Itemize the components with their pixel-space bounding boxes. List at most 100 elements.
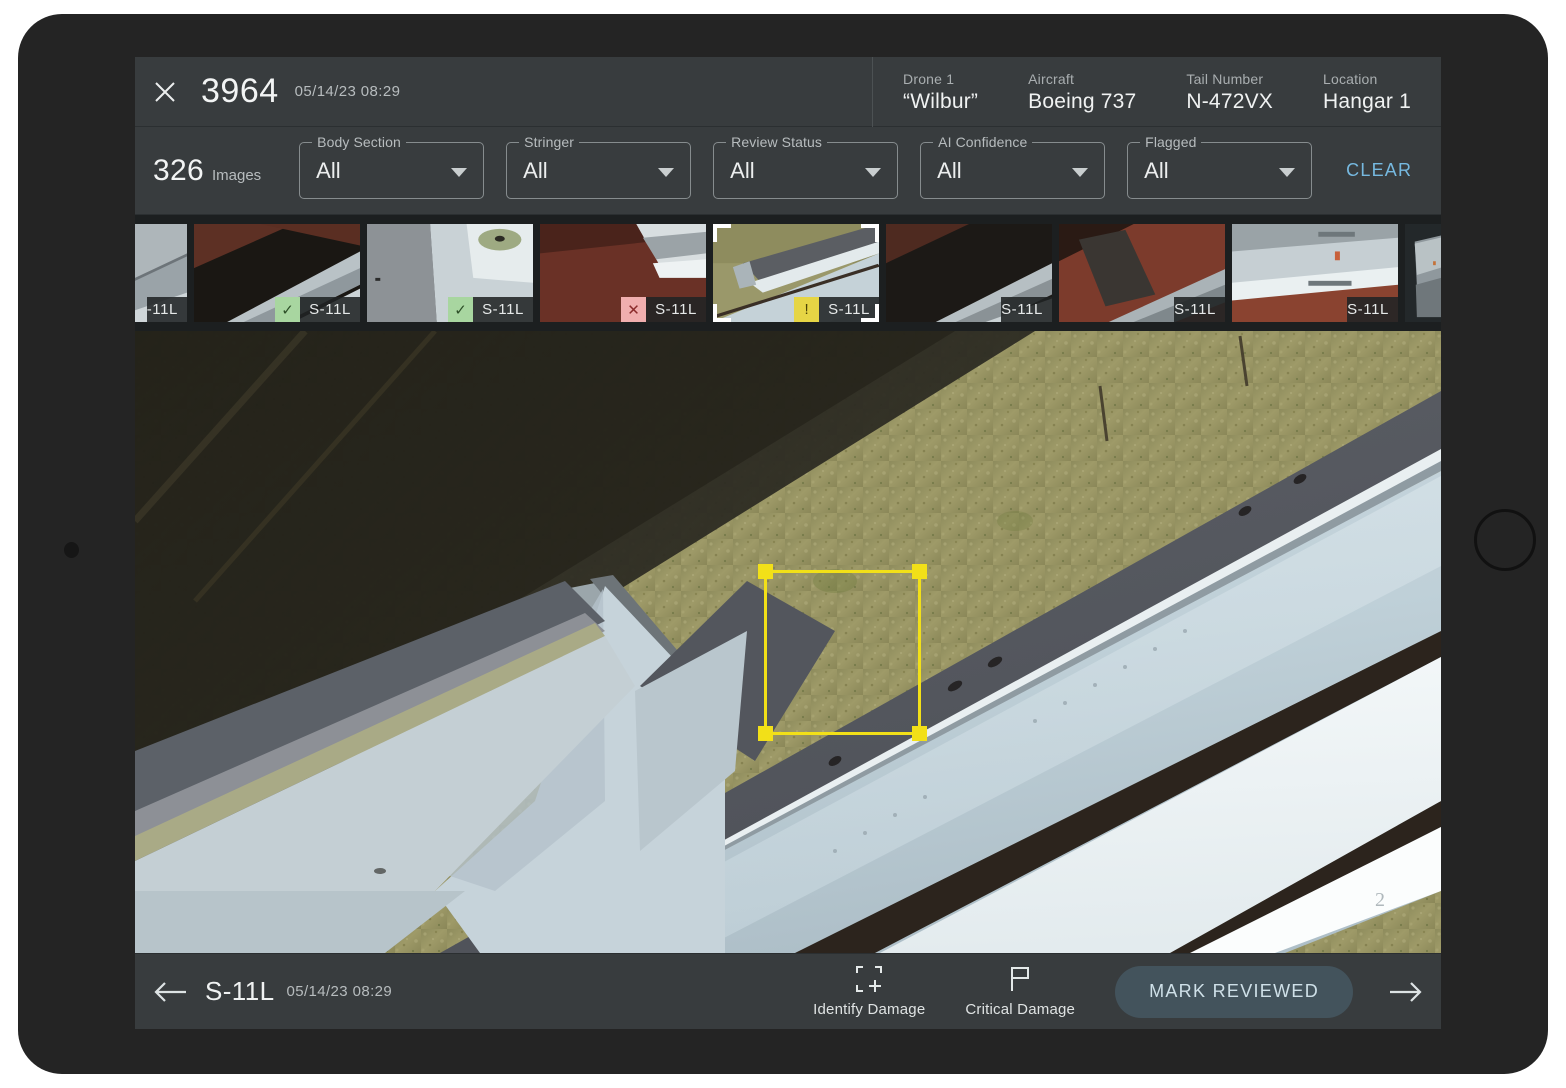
thumbnail-label-bar: ✓ S-11L — [448, 297, 533, 322]
thumbnail-image — [1405, 224, 1441, 322]
thumbnail-stringer-label: S-11L — [482, 301, 524, 318]
meta-drone-label: Drone 1 — [903, 70, 955, 87]
close-button[interactable] — [135, 57, 195, 127]
thumbnail-label-bar: S-11L — [1174, 297, 1225, 322]
chevron-down-icon[interactable] — [451, 167, 468, 177]
meta-drone: Drone 1 “Wilbur” — [903, 57, 978, 127]
thumbnail-item[interactable]: S-11L — [1232, 224, 1398, 322]
thumbnail-label-bar: -11L — [146, 297, 187, 322]
filter-select-review-status[interactable]: Review Status All — [713, 134, 899, 199]
reviewed-check-icon: ✓ — [275, 297, 301, 322]
filter-select-stringer[interactable]: Stringer All — [506, 134, 692, 199]
chevron-down-icon[interactable] — [658, 167, 675, 177]
thumbnail-label-bar: ✕ S-11L — [621, 297, 706, 322]
meta-location-label: Location — [1323, 70, 1378, 87]
crop-plus-icon — [856, 965, 883, 992]
identify-damage-button[interactable]: Identify Damage — [813, 965, 926, 1018]
image-count-word: Images — [211, 166, 262, 184]
thumbnail-item[interactable] — [1405, 224, 1441, 322]
meta-aircraft-value: Boeing 737 — [1028, 89, 1137, 113]
critical-damage-button[interactable]: Critical Damage — [965, 966, 1075, 1018]
meta-location-value: Hangar 1 — [1323, 89, 1411, 113]
mark-reviewed-label: MARK REVIEWED — [1149, 981, 1319, 1001]
filter-select-body-section[interactable]: Body Section All — [299, 134, 485, 199]
app-screen: 3964 05/14/23 08:29 Drone 1 “Wilbur” Air… — [135, 57, 1441, 1029]
identify-damage-icon-wrap — [856, 965, 883, 992]
filter-value: All — [730, 157, 755, 183]
meta-tail-number-value: N-472VX — [1186, 89, 1273, 113]
thumbnail-stringer-label: S-11L — [1174, 301, 1216, 318]
tablet-device: 3964 05/14/23 08:29 Drone 1 “Wilbur” Air… — [18, 14, 1548, 1074]
thumbnail-item[interactable]: S-11L — [886, 224, 1052, 322]
damage-bounding-box[interactable] — [758, 564, 927, 741]
bbox-handle-top-left[interactable] — [758, 564, 773, 579]
filter-legend: Body Section — [312, 134, 406, 150]
page-title: 3964 — [201, 72, 279, 110]
thumbnail-item[interactable]: S-11L — [1059, 224, 1225, 322]
previous-image-button[interactable] — [135, 954, 205, 1030]
thumbnail-label-bar: S-11L — [1001, 297, 1052, 322]
thumbnail-label-bar: ✓ S-11L — [275, 297, 360, 322]
thumbnail-stringer-label: S-11L — [1347, 301, 1389, 318]
header-metadata-group: Drone 1 “Wilbur” Aircraft Boeing 737 Tai… — [872, 57, 1441, 127]
next-image-button[interactable] — [1371, 954, 1441, 1030]
bbox-handle-top-right[interactable] — [912, 564, 927, 579]
chevron-down-icon[interactable] — [1279, 167, 1296, 177]
warning-icon: ! — [794, 297, 820, 322]
thumbnail-stringer-label: -11L — [146, 301, 178, 318]
header-timestamp: 05/14/23 08:29 — [294, 83, 401, 100]
critical-damage-label: Critical Damage — [965, 1000, 1076, 1018]
thumbnail-item[interactable]: -11L — [135, 224, 187, 322]
bbox-handle-bottom-right[interactable] — [912, 726, 927, 741]
current-stringer-label: S-11L — [205, 976, 275, 1006]
selection-corner-tl — [713, 224, 731, 242]
filter-value: All — [523, 157, 548, 183]
filter-select-ai-confidence[interactable]: AI Confidence All — [920, 134, 1106, 199]
filter-legend: AI Confidence — [933, 134, 1033, 150]
filter-value: All — [316, 157, 341, 183]
thumbnail-stringer-label: S-11L — [1001, 301, 1043, 318]
filter-legend: Stringer — [519, 134, 579, 150]
arrow-right-icon — [1390, 981, 1422, 1002]
thumbnail-stringer-label: S-11L — [309, 301, 351, 318]
thumbnail-item[interactable]: ✕ S-11L — [540, 224, 706, 322]
filter-bar: 326 Images Body Section All Stringer All Rev… — [135, 127, 1441, 215]
filter-legend: Review Status — [726, 134, 827, 150]
meta-location: Location Hangar 1 — [1323, 57, 1411, 127]
filter-legend: Flagged — [1140, 134, 1202, 150]
meta-tail-number-label: Tail Number — [1186, 70, 1264, 87]
selection-corner-br — [861, 304, 879, 322]
current-image-timestamp: 05/14/23 08:29 — [286, 983, 393, 1000]
image-viewer[interactable]: 2 — [135, 331, 1441, 953]
meta-aircraft: Aircraft Boeing 737 — [1028, 57, 1136, 127]
identify-damage-label: Identify Damage — [813, 1000, 926, 1018]
thumbnail-item[interactable]: ✓ S-11L — [194, 224, 360, 322]
chevron-down-icon[interactable] — [865, 167, 882, 177]
filter-value: All — [1144, 157, 1169, 183]
meta-drone-value: “Wilbur” — [903, 89, 979, 113]
thumbnail-strip[interactable]: -11L ✓ S-11L ✓ S-11L ✕ S-11L ! S-11L S-11L S-11L S-… — [135, 215, 1441, 331]
front-camera-icon — [64, 542, 79, 558]
thumbnail-label-bar: S-11L — [1347, 297, 1398, 322]
filter-value: All — [937, 157, 962, 183]
thumbnail-item[interactable]: ! S-11L — [713, 224, 879, 322]
bottom-toolbar: S-11L 05/14/23 08:29 Identify Damage Cri… — [135, 953, 1441, 1029]
rejected-x-icon: ✕ — [621, 297, 647, 322]
clear-filters-button[interactable]: CLEAR — [1346, 160, 1412, 181]
home-button[interactable] — [1474, 509, 1536, 571]
thumbnail-stringer-label: S-11L — [655, 301, 697, 318]
selection-corner-tr — [861, 224, 879, 242]
image-count-number: 326 — [153, 153, 204, 187]
filter-fields: Body Section All Stringer All Review Status A… — [299, 134, 1334, 199]
arrow-left-icon — [154, 981, 186, 1002]
selection-corner-bl — [713, 304, 731, 322]
bbox-handle-bottom-left[interactable] — [758, 726, 773, 741]
chevron-down-icon[interactable] — [1072, 167, 1089, 177]
filter-select-flagged[interactable]: Flagged All — [1127, 134, 1313, 199]
flag-icon — [1011, 966, 1030, 991]
reviewed-check-icon: ✓ — [448, 297, 474, 322]
mark-reviewed-button[interactable]: MARK REVIEWED — [1115, 965, 1353, 1018]
svg-text:2: 2 — [1375, 889, 1385, 911]
meta-aircraft-label: Aircraft — [1028, 70, 1075, 87]
thumbnail-item[interactable]: ✓ S-11L — [367, 224, 533, 322]
